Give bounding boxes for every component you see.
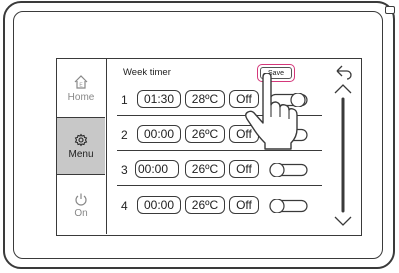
- time-field[interactable]: 00:00: [137, 125, 181, 143]
- back-arrow-icon[interactable]: [336, 65, 352, 80]
- temperature-field[interactable]: 26ºC: [185, 160, 225, 178]
- row-number: 3: [121, 163, 128, 177]
- row-divider: [117, 185, 322, 186]
- touch-screen: E Home Menu On Week timer Save 1 01:30 2…: [56, 58, 362, 236]
- home-icon: E: [74, 74, 88, 89]
- row-number: 2: [121, 128, 128, 142]
- power-icon: [75, 193, 87, 206]
- toggle-switch[interactable]: [269, 199, 309, 213]
- nav-item-menu[interactable]: Menu: [57, 117, 105, 175]
- row-number: 1: [121, 93, 128, 107]
- time-field[interactable]: 01:30: [137, 90, 181, 108]
- page-title: Week timer: [123, 67, 171, 78]
- temperature-field[interactable]: 28ºC: [185, 90, 225, 108]
- nav-label-on: On: [74, 207, 88, 219]
- row-number: 4: [121, 199, 128, 213]
- gear-icon: [74, 133, 88, 146]
- side-nav: E Home Menu On: [57, 59, 107, 234]
- mode-field[interactable]: Off: [229, 196, 259, 214]
- scroll-down-icon[interactable]: [334, 216, 352, 226]
- bezel-slot-right: [242, 11, 326, 12]
- nav-label-menu: Menu: [68, 148, 94, 160]
- mode-field[interactable]: Off: [229, 160, 259, 178]
- nav-label-home: Home: [67, 91, 95, 103]
- bezel-slot-left: [78, 11, 162, 12]
- scroll-controls: [329, 63, 359, 231]
- time-field[interactable]: 00:00: [137, 196, 181, 214]
- pointing-hand-icon: [245, 73, 298, 150]
- scroll-up-icon[interactable]: [334, 84, 352, 94]
- nav-item-home[interactable]: E Home: [57, 59, 105, 117]
- temperature-field[interactable]: 26ºC: [185, 125, 225, 143]
- timer-row: 4 00:00 26ºC Off: [117, 193, 327, 219]
- toggle-switch[interactable]: [269, 163, 309, 177]
- nav-item-on[interactable]: On: [57, 176, 105, 234]
- time-field[interactable]: 00:00: [135, 160, 179, 178]
- temperature-field[interactable]: 26ºC: [185, 196, 225, 214]
- timer-row: 3 00:00 26ºC Off: [117, 157, 327, 183]
- device-side-button[interactable]: [385, 6, 395, 14]
